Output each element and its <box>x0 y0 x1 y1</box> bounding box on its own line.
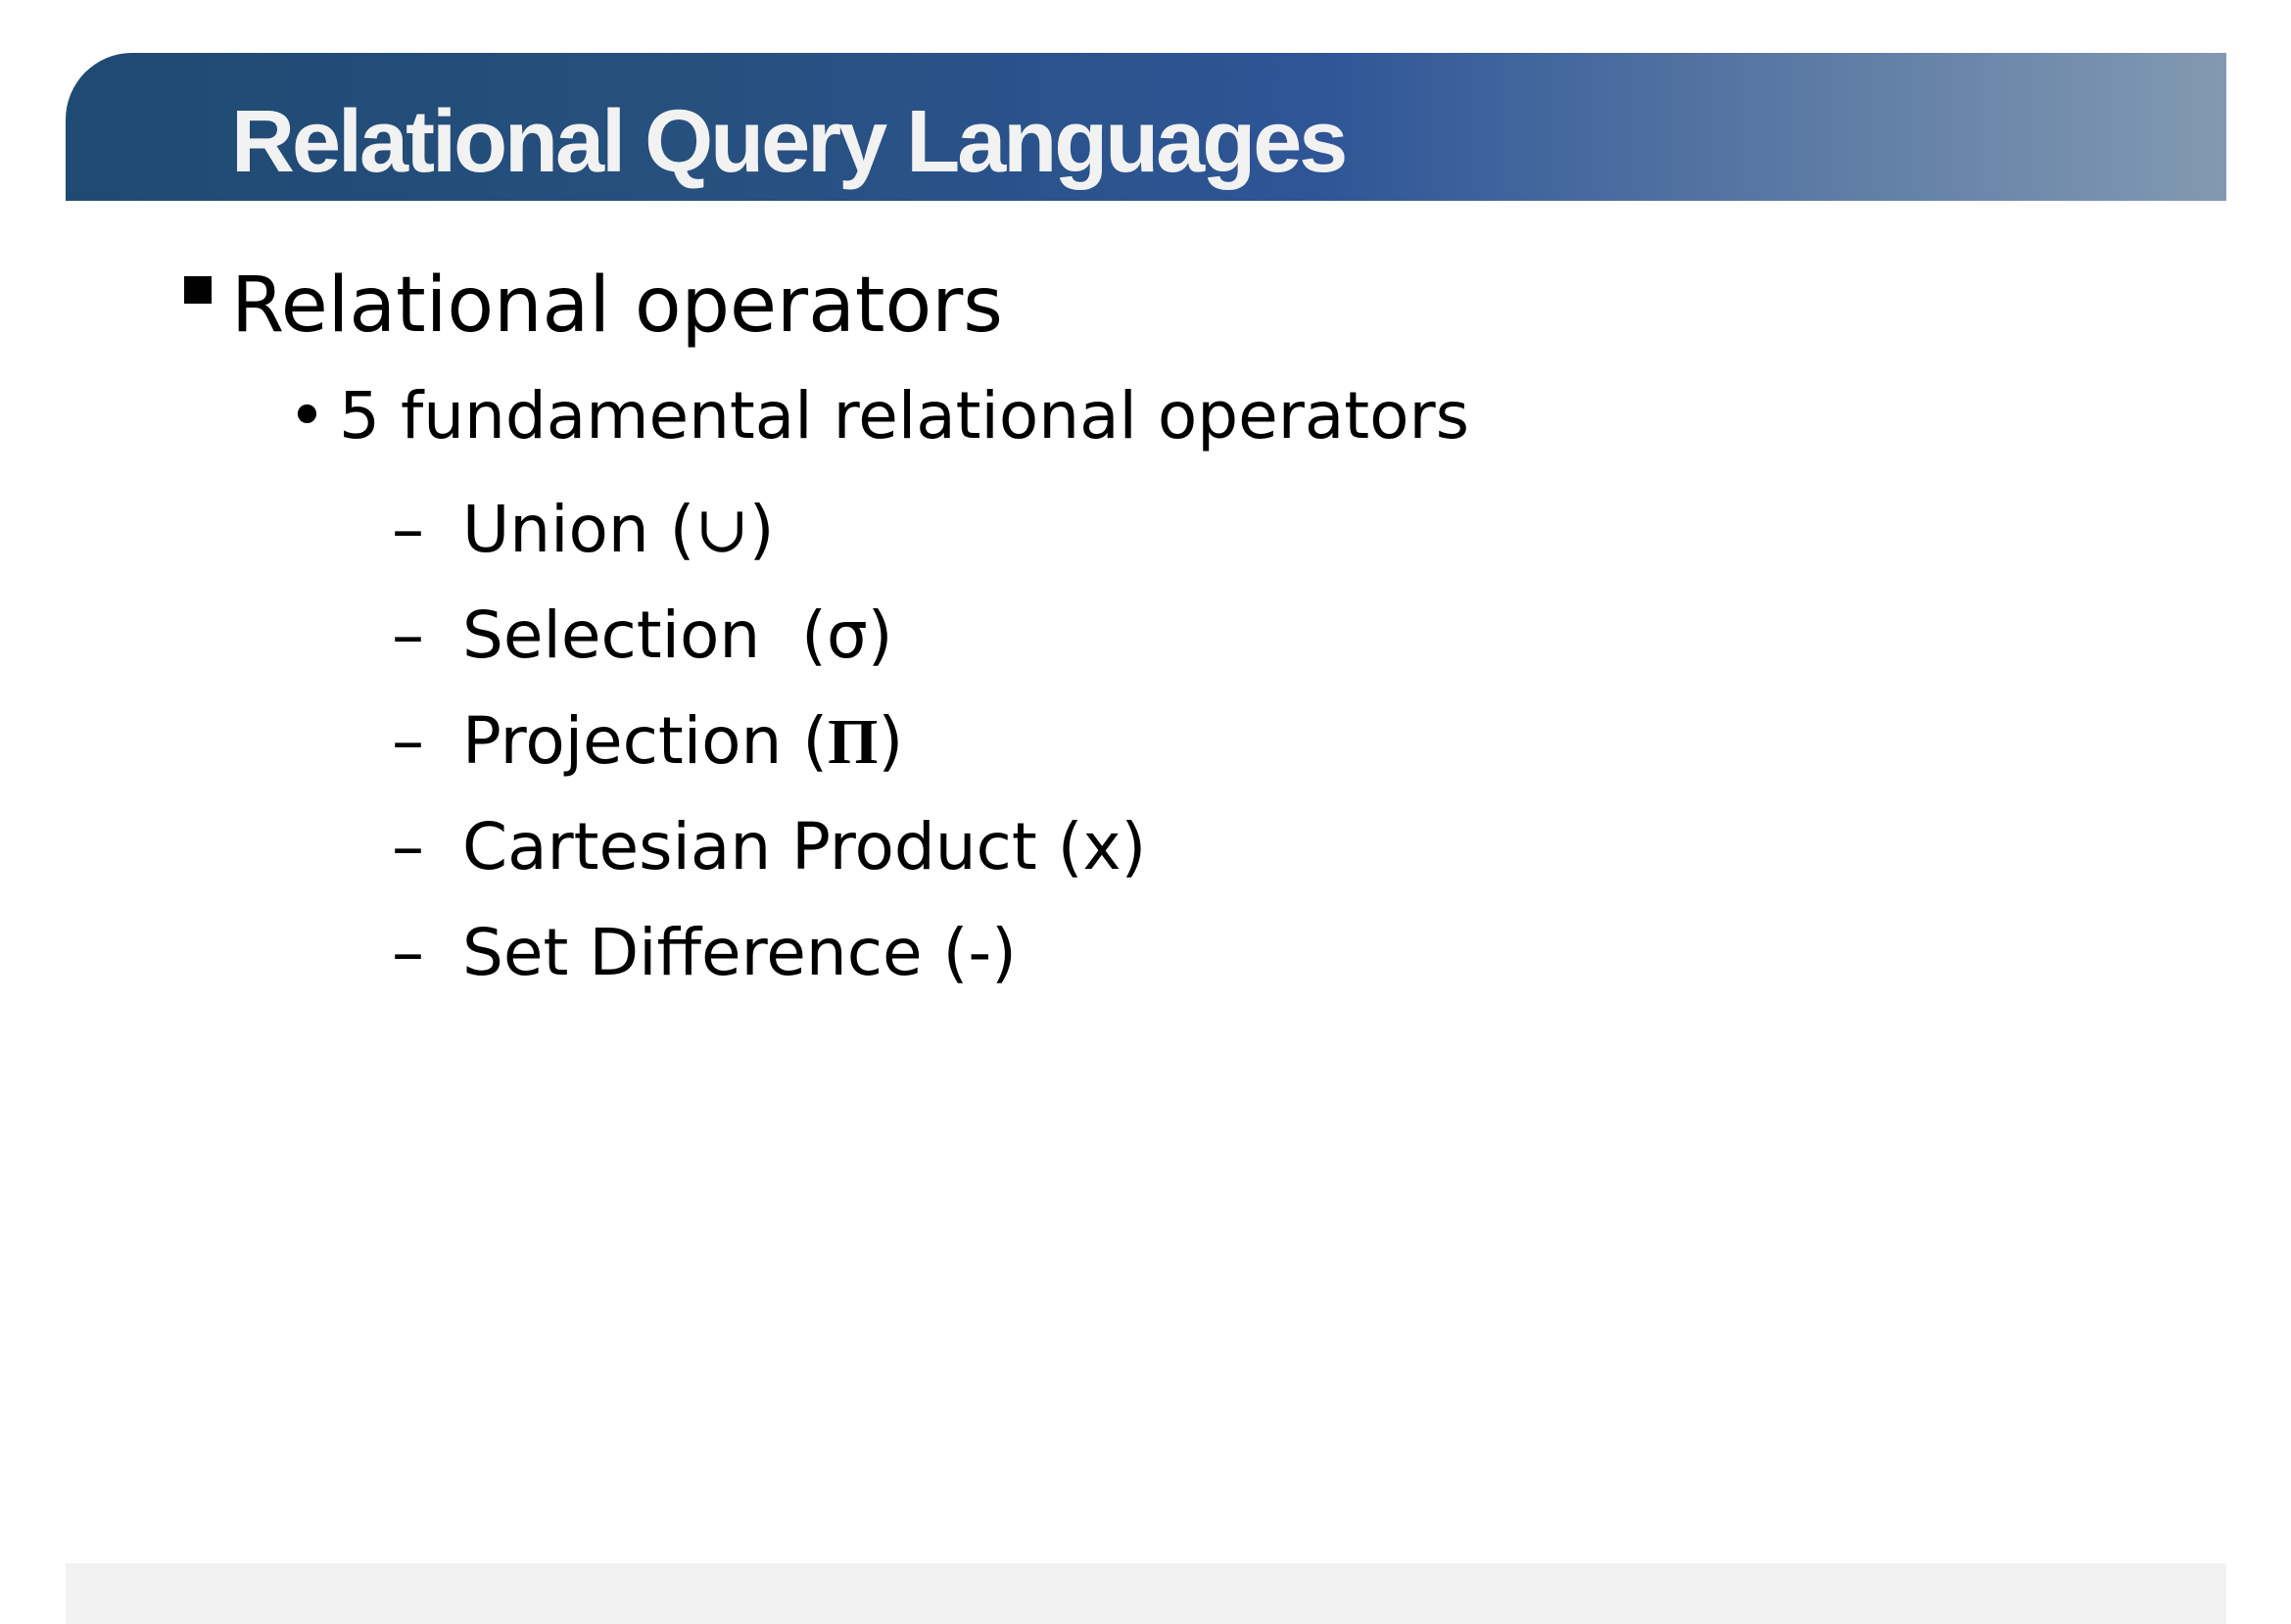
operator-name: Union ( <box>462 492 695 567</box>
operator-name: Selection ( <box>462 597 827 673</box>
operator-close: ) <box>991 915 1017 990</box>
operator-item-cartesian-product: – Cartesian Product (x) <box>392 803 1146 891</box>
union-symbol: ∪ <box>694 492 749 567</box>
round-bullet-icon: • <box>288 378 326 454</box>
operator-close: ) <box>1121 809 1147 884</box>
dash-bullet: – <box>392 915 424 990</box>
square-bullet-icon <box>184 276 212 304</box>
operator-item-set-difference: – Set Difference (-) <box>392 909 1017 997</box>
operator-item-selection: – Selection (σ) <box>392 592 892 680</box>
product-symbol: x <box>1082 809 1122 884</box>
operator-close: ) <box>748 492 775 567</box>
difference-symbol: - <box>968 915 992 990</box>
dash-bullet: – <box>392 809 424 884</box>
bullet-fundamental-operators: • 5 fundamental relational operators <box>288 372 1469 460</box>
operator-item-projection: – Projection (Π) <box>392 697 903 787</box>
pi-symbol: Π <box>828 706 879 778</box>
dash-bullet: – <box>392 703 424 779</box>
dash-bullet: – <box>392 597 424 673</box>
bullet-relational-operators: Relational operators <box>184 257 1003 355</box>
operator-name: Cartesian Product ( <box>462 809 1083 884</box>
operator-name: Projection ( <box>462 703 829 779</box>
operator-name: Set Difference ( <box>462 915 969 990</box>
operator-close: ) <box>878 703 904 779</box>
slide-content: Relational operators • 5 fundamental rela… <box>0 0 2291 1620</box>
sigma-symbol: σ <box>826 597 868 673</box>
operator-close: ) <box>867 597 893 673</box>
bullet-text: Relational operators <box>231 262 1003 350</box>
operator-item-union: – Union (∪) <box>392 486 774 574</box>
dash-bullet: – <box>392 492 424 567</box>
bullet-text: 5 fundamental relational operators <box>339 378 1470 454</box>
footer-bar <box>66 1563 2226 1624</box>
